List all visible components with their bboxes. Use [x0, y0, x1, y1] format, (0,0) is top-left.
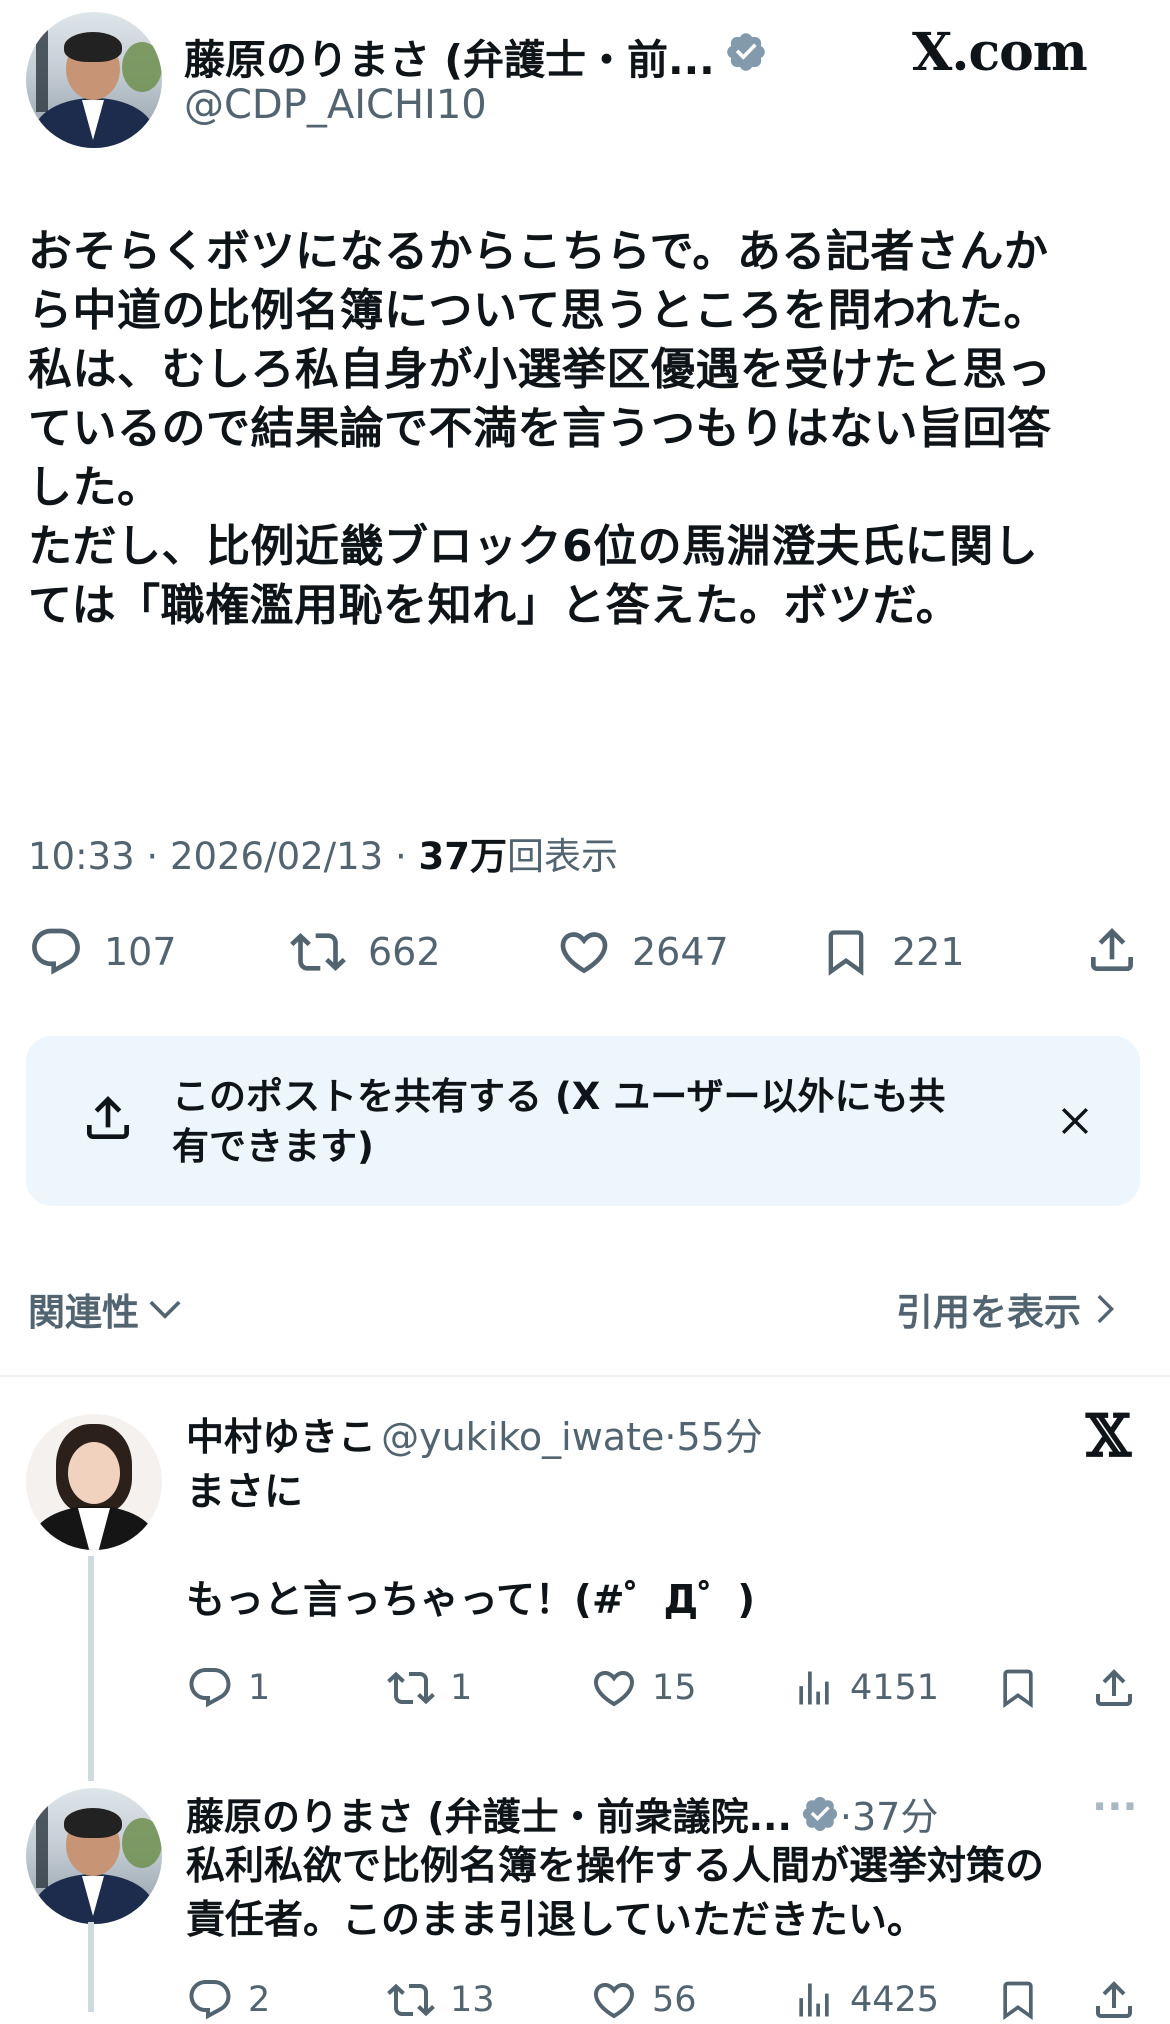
bookmark-icon[interactable] — [996, 1664, 1040, 1712]
reply-reply-button[interactable]: 1 — [186, 1664, 270, 1712]
reply-author-name[interactable]: 藤原のりまさ (弁護士・前衆議院... — [186, 1786, 792, 1841]
reply-reply-count: 1 — [248, 1668, 271, 1708]
chevron-right-icon — [1097, 1294, 1115, 1324]
reply-like-count: 15 — [652, 1668, 697, 1708]
view-quotes-link[interactable]: 引用を表示 — [896, 1282, 1125, 1336]
reply-like-button[interactable]: 56 — [590, 1976, 697, 2024]
reply-text: まさに もっと言っちゃって！(#゜Д゜) — [186, 1466, 1126, 1628]
post-line: 私は、むしろ私自身が小選挙区優遇を受けたと思っ — [28, 344, 1052, 395]
heart-icon — [593, 1671, 635, 1707]
reply-view-count: 4425 — [850, 1980, 940, 2020]
reply-header: 中村ゆきこ @yukiko_iwate·55分 — [186, 1406, 763, 1461]
thread-line — [88, 1556, 94, 1781]
reply-line: 責任者。このまま引退していただきたい。 — [186, 1898, 926, 1943]
divider — [0, 1375, 1170, 1377]
post-line: ら中道の比例名簿について思うところを問われた。 — [28, 285, 1048, 336]
banner-line: このポストを共有する (X ユーザー以外にも共 — [172, 1075, 946, 1118]
bookmark-icon — [828, 930, 864, 976]
reply-button[interactable]: 107 — [28, 924, 177, 980]
reply-like-count: 56 — [652, 1980, 697, 2020]
thread-line — [88, 1922, 94, 2012]
author-handle[interactable]: @CDP_AICHI10 — [184, 82, 487, 128]
reply-repost-count: 13 — [450, 1980, 495, 2020]
bookmark-button[interactable]: 221 — [820, 924, 965, 980]
reply-icon — [189, 1668, 231, 1708]
chevron-down-icon — [149, 1300, 181, 1319]
close-icon[interactable] — [1054, 1100, 1096, 1142]
heart-icon — [593, 1983, 635, 2019]
verified-badge-icon — [802, 1796, 837, 1831]
reply-views-button[interactable]: 4151 — [792, 1664, 939, 1712]
reply-line: 私利私欲で比例名簿を操作する人間が選挙対策の — [186, 1844, 1045, 1889]
x-com-brand: X.com — [912, 22, 1088, 83]
repost-icon — [290, 933, 346, 971]
reply-views-button[interactable]: 4425 — [792, 1976, 939, 2024]
like-count: 2647 — [632, 930, 729, 974]
meta-separator: · — [394, 835, 407, 878]
reply-time[interactable]: ·37分 — [840, 1786, 938, 1841]
reply-author-name[interactable]: 中村ゆきこ — [186, 1415, 376, 1459]
meta-separator: · — [146, 835, 159, 878]
author-avatar[interactable] — [26, 12, 162, 148]
reply-time[interactable]: ·55分 — [664, 1415, 762, 1459]
share-icon[interactable] — [1090, 1976, 1138, 2024]
banner-share-icon — [87, 1096, 129, 1139]
reply-line — [186, 1520, 1126, 1574]
reply-line: もっと言っちゃって！(#゜Д゜) — [186, 1578, 756, 1623]
sort-label: 関連性 — [28, 1291, 139, 1334]
reply-count: 107 — [104, 930, 177, 974]
reply-reply-button[interactable]: 2 — [186, 1976, 270, 2024]
repost-count: 662 — [368, 930, 441, 974]
post-date[interactable]: 2026/02/13 — [170, 835, 383, 878]
verified-badge-icon — [727, 33, 765, 71]
share-icon[interactable] — [1090, 1664, 1138, 1712]
post-text: おそらくボツになるからこちらで。ある記者さんか ら中道の比例名簿について思うとこ… — [28, 222, 1148, 635]
reply-reply-count: 2 — [248, 1980, 271, 2020]
reply-header: 藤原のりまさ (弁護士・前衆議院... ·37分 — [186, 1786, 938, 1841]
reply-like-button[interactable]: 15 — [590, 1664, 697, 1712]
x-logo-icon: 𝕏 — [1086, 1402, 1132, 1470]
bookmark-icon[interactable] — [996, 1976, 1040, 2024]
more-options-icon[interactable]: ··· — [1092, 1784, 1138, 1830]
view-quotes-label: 引用を表示 — [896, 1291, 1081, 1334]
banner-line: 有できます) — [172, 1125, 374, 1168]
reply-repost-button[interactable]: 13 — [386, 1976, 495, 2024]
repost-button[interactable]: 662 — [288, 924, 441, 980]
share-icon[interactable] — [1084, 922, 1140, 978]
bar-chart-icon — [799, 1983, 829, 2017]
like-button[interactable]: 2647 — [556, 924, 729, 980]
reply-line: まさに — [186, 1470, 304, 1515]
views-count: 37万 — [418, 835, 508, 878]
reply-avatar[interactable] — [26, 1788, 162, 1924]
repost-icon — [387, 1671, 435, 1705]
post-line: した。 — [28, 462, 162, 513]
reply-avatar[interactable] — [26, 1414, 162, 1550]
post-time[interactable]: 10:33 — [28, 835, 135, 878]
author-display-name[interactable]: 藤原のりまさ (弁護士・前... — [184, 26, 715, 86]
post-line: ただし、比例近畿ブロック6位の馬淵澄夫氏に関し — [28, 521, 1039, 572]
reply-icon — [189, 1980, 231, 2020]
reply-text: 私利私欲で比例名簿を操作する人間が選挙対策の 責任者。このまま引退していただきた… — [186, 1840, 1146, 1948]
repost-icon — [387, 1983, 435, 2017]
post-line: ては「職権濫用恥を知れ」と答えた。ボツだ。 — [28, 580, 961, 631]
post-line: おそらくボツになるからこちらで。ある記者さんか — [28, 226, 1049, 277]
reply-icon — [32, 928, 80, 975]
bar-chart-icon — [799, 1671, 829, 1705]
sort-dropdown[interactable]: 関連性 — [28, 1282, 187, 1336]
reply-author-handle[interactable]: @yukiko_iwate — [381, 1415, 664, 1459]
reply-repost-button[interactable]: 1 — [386, 1664, 472, 1712]
reply-repost-count: 1 — [450, 1668, 473, 1708]
share-banner-text: このポストを共有する (X ユーザー以外にも共 有できます) — [172, 1072, 1032, 1172]
bookmark-count: 221 — [892, 930, 965, 974]
heart-icon — [560, 932, 608, 974]
post-meta: 10:33 · 2026/02/13 · 37万回表示 — [28, 826, 618, 880]
reply-view-count: 4151 — [850, 1668, 940, 1708]
views-label: 回表示 — [507, 835, 618, 878]
post-line: ているので結果論で不満を言うつもりはない旨回答 — [28, 403, 1052, 454]
